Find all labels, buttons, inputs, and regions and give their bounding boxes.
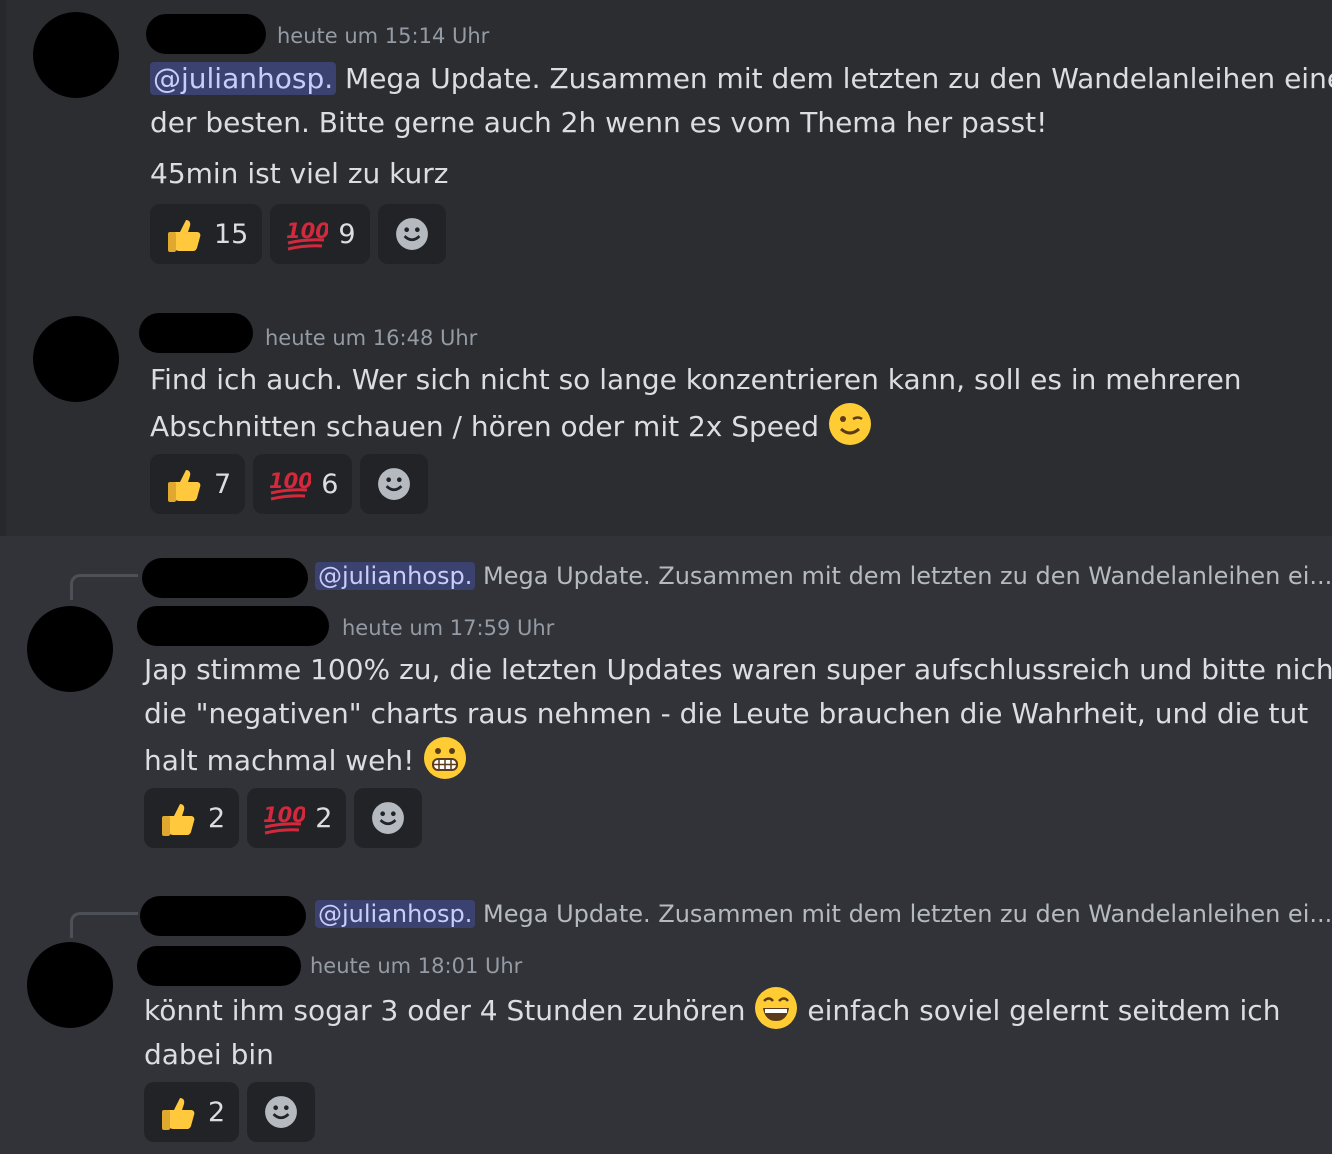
add-reaction-button[interactable] [360,454,429,514]
reactions: 2 [144,1082,316,1142]
avatar[interactable] [27,606,113,692]
message-line: Find ich auch. Wer sich nicht so lange k… [150,363,1242,396]
reactions: 15 9 [150,204,446,264]
username[interactable] [137,606,329,646]
hundred-icon [261,798,305,838]
smile-icon [377,467,411,501]
add-reaction-button[interactable] [377,204,446,264]
thumbs-up-icon [164,464,204,504]
message-line: könnt ihm sogar 3 oder 4 Stunden zuhören [144,994,755,1027]
reaction-count: 2 [315,802,333,834]
reaction-count: 9 [338,218,356,250]
avatar[interactable] [33,12,119,98]
timestamp: heute um 15:14 Uhr [277,24,490,48]
timestamp: heute um 17:59 Uhr [342,616,555,640]
reaction-count: 15 [214,218,249,250]
reply-username[interactable] [140,896,306,936]
thumbs-up-icon [158,798,198,838]
smile-icon [395,217,429,251]
reply-preview[interactable]: @julianhosp. Mega Update. Zusammen mit d… [315,900,1332,928]
reply-connector [70,574,138,600]
mention[interactable]: @julianhosp. [150,62,337,95]
message-line: Mega Update. Zusammen mit dem letzten zu… [336,62,1332,95]
add-reaction-button[interactable] [247,1082,316,1142]
reaction-hundred[interactable]: 9 [270,204,370,264]
mention[interactable]: @julianhosp. [315,900,476,928]
reactions: 7 6 [150,454,429,514]
reply-preview[interactable]: @julianhosp. Mega Update. Zusammen mit d… [315,562,1332,590]
thumbs-up-icon [158,1092,198,1132]
avatar[interactable] [27,942,113,1028]
reaction-hundred[interactable]: 2 [247,788,347,848]
add-reaction-button[interactable] [354,788,423,848]
grimacing-face-icon [423,736,467,780]
smile-icon [264,1095,298,1129]
grinning-face-icon [754,986,798,1030]
message-line: halt machmal weh! [144,744,415,777]
message-line: Abschnitten schauen / hören oder mit 2x … [150,410,820,443]
reply-username[interactable] [142,558,308,598]
reply-text: Mega Update. Zusammen mit dem letzten zu… [475,900,1332,928]
reaction-hundred[interactable]: 6 [253,454,353,514]
message-line: dabei bin [144,1038,274,1071]
mention[interactable]: @julianhosp. [315,562,476,590]
message-line: einfach soviel gelernt seitdem ich [798,994,1281,1027]
reaction-thumbs-up[interactable]: 2 [144,788,240,848]
message-line: der besten. Bitte gerne auch 2h wenn es … [150,106,1048,139]
message-text: @julianhosp. Mega Update. Zusammen mit d… [150,57,1332,145]
reaction-count: 7 [214,468,232,500]
reaction-thumbs-up[interactable]: 2 [144,1082,240,1142]
message-text: Jap stimme 100% zu, die letzten Updates … [144,648,1332,783]
smile-icon [371,801,405,835]
message-line: 45min ist viel zu kurz [150,157,449,190]
timestamp: heute um 18:01 Uhr [310,954,523,978]
message-text: Find ich auch. Wer sich nicht so lange k… [150,358,1242,449]
reaction-thumbs-up[interactable]: 15 [150,204,263,264]
winking-face-icon [828,402,872,446]
username[interactable] [146,14,266,54]
reaction-count: 2 [208,802,226,834]
username[interactable] [139,313,253,353]
message-line: die "negativen" charts raus nehmen - die… [144,697,1309,730]
hundred-icon [284,214,328,254]
reply-connector [70,912,138,938]
divider [0,0,6,536]
reply-text: Mega Update. Zusammen mit dem letzten zu… [475,562,1332,590]
reaction-count: 6 [321,468,339,500]
thumbs-up-icon [164,214,204,254]
timestamp: heute um 16:48 Uhr [265,326,478,350]
reactions: 2 2 [144,788,423,848]
reaction-count: 2 [208,1096,226,1128]
message-text: könnt ihm sogar 3 oder 4 Stunden zuhören… [144,986,1280,1077]
avatar[interactable] [33,316,119,402]
reaction-thumbs-up[interactable]: 7 [150,454,246,514]
message-line: Jap stimme 100% zu, die letzten Updates … [144,653,1332,686]
hundred-icon [267,464,311,504]
username[interactable] [137,946,301,986]
